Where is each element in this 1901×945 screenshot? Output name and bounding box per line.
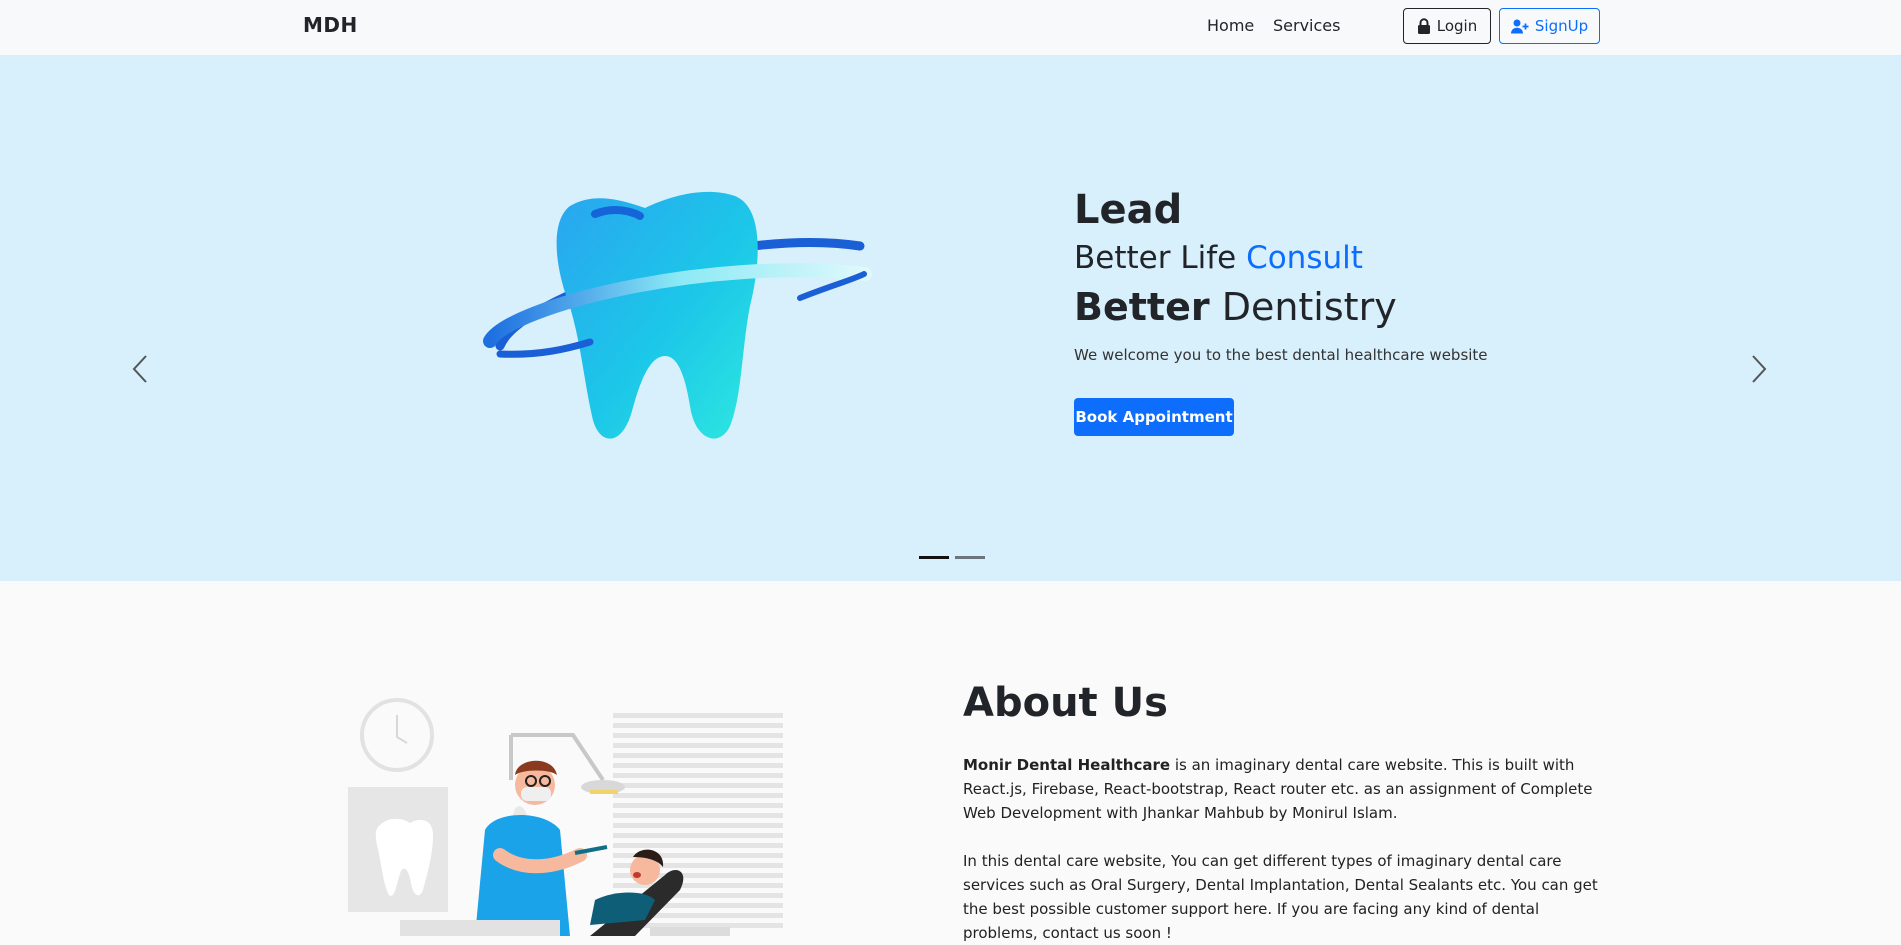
nav-link-services[interactable]: Services <box>1273 16 1340 35</box>
dentist-illustration <box>345 695 785 940</box>
carousel-indicator-2[interactable] <box>955 556 985 559</box>
carousel-prev-button[interactable] <box>131 354 149 388</box>
login-button[interactable]: Login <box>1403 8 1491 44</box>
hero-line2-accent: Consult <box>1246 240 1363 276</box>
about-title: About Us <box>963 680 1168 726</box>
hero-text: Lead Better Life Consult Better Dentistr… <box>1074 186 1488 436</box>
chevron-right-icon <box>1752 355 1767 383</box>
hero-title: Lead <box>1074 187 1183 233</box>
book-appointment-button[interactable]: Book Appointment <box>1074 398 1234 436</box>
chevron-left-icon <box>132 355 147 383</box>
login-label: Login <box>1436 17 1478 35</box>
carousel-indicators <box>919 556 985 559</box>
navbar: MDH Home Services Login SignUp <box>0 0 1901 56</box>
nav-link-home[interactable]: Home <box>1207 16 1254 35</box>
hero-line2-text: Better Life <box>1074 240 1237 276</box>
hero-line3-bold: Better <box>1074 285 1210 329</box>
hero-subtitle: We welcome you to the best dental health… <box>1074 346 1488 364</box>
carousel-next-button[interactable] <box>1750 354 1768 388</box>
hero-line2: Better Life Consult <box>1074 236 1488 280</box>
hero-line3-text: Dentistry <box>1221 285 1397 329</box>
brand-logo[interactable]: MDH <box>303 13 358 37</box>
user-plus-icon <box>1510 19 1529 33</box>
signup-button[interactable]: SignUp <box>1499 8 1600 44</box>
about-company-name: Monir Dental Healthcare <box>963 756 1171 774</box>
about-paragraph-1: Monir Dental Healthcare is an imaginary … <box>963 753 1603 825</box>
carousel-indicator-1[interactable] <box>919 556 949 559</box>
tooth-logo-image <box>480 186 880 450</box>
lock-icon <box>1417 18 1430 34</box>
hero-line3: Better Dentistry <box>1074 282 1488 332</box>
hero-carousel: Lead Better Life Consult Better Dentistr… <box>0 56 1901 581</box>
signup-label: SignUp <box>1534 17 1589 35</box>
about-paragraph-2: In this dental care website, You can get… <box>963 852 1598 942</box>
